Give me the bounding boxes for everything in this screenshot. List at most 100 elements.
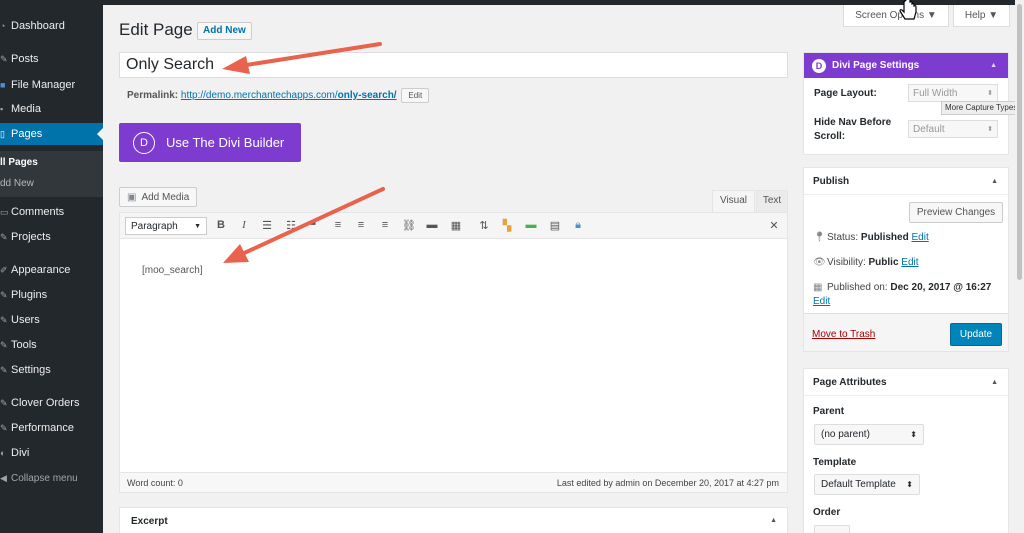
media-icon: ▪ (0, 104, 4, 114)
move-to-trash-link[interactable]: Move to Trash (812, 329, 875, 340)
parent-select[interactable]: (no parent) ⬍ (814, 424, 924, 445)
last-edited: Last edited by admin on December 20, 201… (556, 478, 779, 488)
preview-changes-button[interactable]: Preview Changes (909, 202, 1003, 223)
publish-footer: Move to Trash Update (804, 313, 1008, 351)
sidebar-item-projects[interactable]: ✎ Projects (0, 226, 103, 248)
sidebar-item-plugins[interactable]: ✎ Plugins (0, 284, 103, 306)
link-icon[interactable]: ⛓ (402, 219, 416, 232)
add-media-button[interactable]: ▣ Add Media (119, 187, 198, 207)
sidebar-item-users[interactable]: ✎ Users (0, 309, 103, 331)
sidebar-item-pages[interactable]: ▯ Pages (0, 123, 103, 145)
insert-icon[interactable]: ⇅ (477, 219, 491, 232)
collapse-arrow-icon[interactable]: ▲ (991, 168, 998, 195)
settings-icon: ✎ (0, 364, 8, 375)
list-block-icon[interactable]: ▤ (548, 219, 562, 232)
collapse-arrow-icon[interactable]: ▲ (991, 369, 998, 396)
align-left-icon[interactable]: ≡ (331, 219, 345, 231)
pin-icon: 📍︎ (813, 232, 826, 243)
screen-options-button[interactable]: Screen Options ▼ (843, 5, 949, 27)
permalink-url[interactable]: http://demo.merchantechapps.com/only-sea… (181, 90, 397, 101)
published-edit-link[interactable]: Edit (813, 296, 830, 307)
scroll-thumb[interactable] (1017, 4, 1022, 280)
projects-icon: ✎ (0, 231, 8, 242)
divi-logo-icon: D (133, 131, 155, 154)
page-scrollbar[interactable] (1015, 0, 1024, 533)
submenu-all-pages[interactable]: ll Pages (0, 157, 38, 168)
sidebar-item-settings[interactable]: ✎ Settings (0, 359, 103, 381)
plugin-icon: ✎ (0, 289, 8, 300)
page-layout-select[interactable]: Full Width ⬍ (908, 84, 998, 102)
editor-status-bar: Word count: 0 Last edited by admin on De… (120, 472, 787, 492)
tab-text[interactable]: Text (756, 190, 788, 212)
bullet-list-icon[interactable]: ☰ (260, 219, 274, 232)
hide-nav-label: Hide Nav Before (814, 117, 892, 128)
toolbar-toggle-icon[interactable]: ▦ (449, 219, 463, 232)
submenu-add-new[interactable]: dd New (0, 178, 34, 189)
dropdown-arrow-icon: ▼ (194, 222, 201, 230)
page-layout-label: Page Layout: (814, 88, 877, 99)
align-right-icon[interactable]: ≡ (378, 219, 392, 231)
divi-settings-header[interactable]: D Divi Page Settings ▲ (804, 53, 1008, 78)
excerpt-title: Excerpt (131, 516, 168, 527)
page-attributes-header[interactable]: Page Attributes ▲ (804, 369, 1008, 396)
italic-icon[interactable]: I (237, 219, 251, 231)
sidebar-item-appearance[interactable]: ✐ Appearance (0, 259, 103, 281)
visibility-row: 👁︎Visibility: Public Edit (813, 257, 919, 268)
collapse-icon: ◀ (0, 472, 7, 483)
eye-icon: 👁︎ (813, 257, 826, 268)
pages-icon: ▯ (0, 128, 5, 139)
collapse-arrow-icon[interactable]: ▲ (990, 62, 997, 69)
pin-icon: ✎ (0, 53, 8, 64)
pages-submenu: ll Pages dd New (0, 151, 103, 197)
collapse-arrow-icon[interactable]: ▲ (770, 517, 777, 524)
dashboard-icon: ◔ (0, 21, 6, 31)
blockquote-icon[interactable]: ❝ (306, 219, 320, 232)
align-center-icon[interactable]: ≡ (354, 219, 368, 231)
tab-visual[interactable]: Visual (712, 190, 755, 212)
visibility-edit-link[interactable]: Edit (901, 257, 918, 268)
folder-icon: ■ (0, 80, 6, 90)
template-select[interactable]: Default Template ⬍ (814, 474, 920, 495)
sidebar-item-divi[interactable]: ◐ Divi (0, 442, 103, 464)
status-row: 📍︎Status: Published Edit (813, 232, 929, 243)
sidebar-collapse-menu[interactable]: ◀ Collapse menu (0, 467, 103, 489)
wrench-icon: ✎ (0, 339, 8, 350)
help-button[interactable]: Help ▼ (953, 5, 1010, 27)
post-title-input[interactable] (119, 52, 788, 78)
shortcode-icon[interactable]: ▚ (500, 219, 514, 232)
divi-icon: ◐ (0, 448, 6, 458)
use-divi-builder-button[interactable]: D Use The Divi Builder (119, 123, 301, 162)
hand-cursor-icon (899, 0, 917, 20)
divi-logo-icon: D (812, 58, 826, 73)
bold-icon[interactable]: B (214, 219, 228, 231)
update-button[interactable]: Update (950, 323, 1002, 346)
permalink-edit-button[interactable]: Edit (401, 88, 430, 103)
sidebar-item-tools[interactable]: ✎ Tools (0, 334, 103, 356)
read-more-icon[interactable]: ▬ (425, 219, 439, 231)
numbered-list-icon[interactable]: ☷ (284, 219, 298, 232)
sidebar-item-clover-orders[interactable]: ✎ Clover Orders (0, 392, 103, 414)
content-editor: Paragraph ▼ B I ☰ ☷ ❝ ≡ ≡ ≡ ⛓ ▬ ▦ ⇅ ▚ ▬ ▤… (119, 212, 788, 493)
sidebar-item-dashboard[interactable]: ◔ Dashboard (0, 15, 103, 37)
fullscreen-icon[interactable]: ✕ (767, 219, 781, 232)
admin-sidebar: ◔ Dashboard ✎ Posts ■ File Manager ▪ Media ▯… (0, 0, 103, 533)
publish-header[interactable]: Publish ▲ (804, 168, 1008, 195)
editor-content[interactable]: [moo_search] (142, 265, 203, 276)
format-select[interactable]: Paragraph ▼ (125, 217, 207, 235)
sidebar-item-media[interactable]: ▪ Media (0, 98, 103, 120)
word-count: Word count: 0 (127, 478, 183, 488)
status-edit-link[interactable]: Edit (912, 232, 929, 243)
sidebar-item-file-manager[interactable]: ■ File Manager (0, 74, 103, 96)
layout-icon[interactable]: ▬ (524, 219, 538, 231)
sidebar-item-performance[interactable]: ✎ Performance (0, 417, 103, 439)
add-new-button[interactable]: Add New (197, 22, 252, 40)
page-title: Edit Page (119, 20, 193, 39)
order-input[interactable] (814, 525, 850, 533)
hide-nav-select[interactable]: Default ⬍ (908, 120, 998, 138)
calendar-icon: ▦ (813, 282, 823, 293)
sidebar-item-comments[interactable]: ▭ Comments (0, 201, 103, 223)
lock-icon[interactable]: 🔒︎ (571, 219, 585, 232)
sidebar-item-posts[interactable]: ✎ Posts (0, 48, 103, 70)
published-row: ▦ Published on: Dec 20, 2017 @ 16:27 (813, 282, 992, 293)
permalink: Permalink: http://demo.merchantechapps.c… (127, 88, 430, 103)
